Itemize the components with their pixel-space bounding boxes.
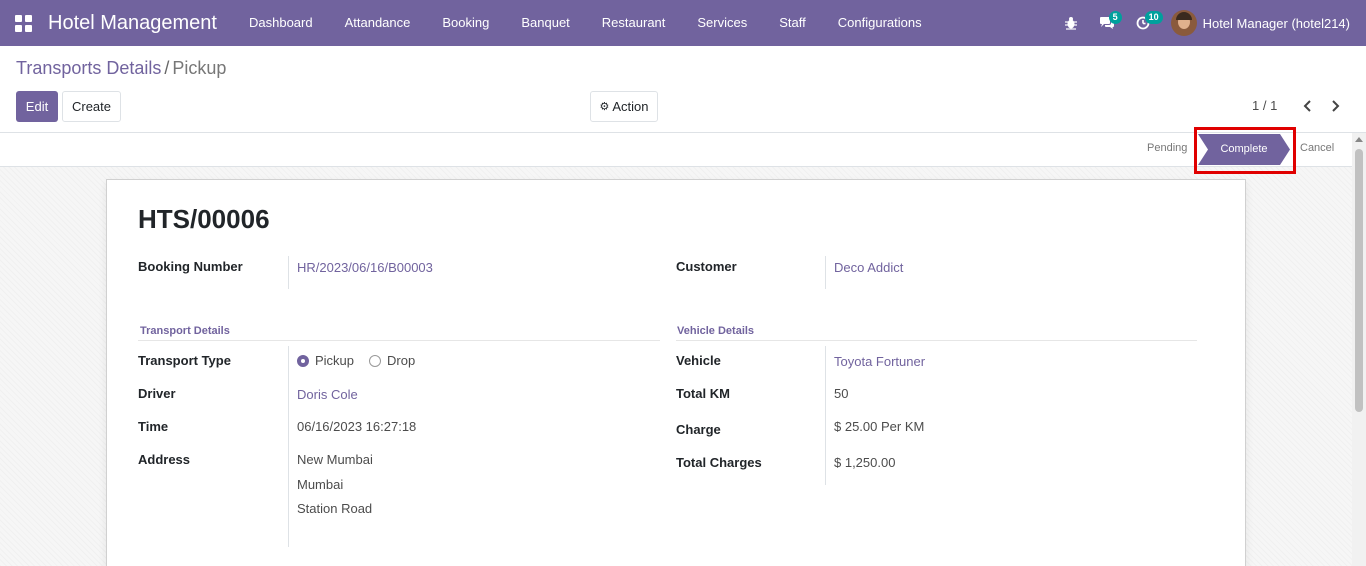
booking-number-label: Booking Number	[138, 259, 243, 274]
pager-value[interactable]: 1 / 1	[1252, 98, 1277, 113]
section-divider	[138, 340, 660, 341]
chevron-left-icon	[1303, 100, 1311, 112]
avatar	[1170, 10, 1197, 36]
menu-item-booking[interactable]: Booking	[426, 0, 505, 46]
charge-label: Charge	[676, 422, 721, 437]
menu-item-staff[interactable]: Staff	[763, 0, 822, 46]
address-line: Station Road	[297, 501, 373, 516]
systray: 5 10 Hotel Manager (hotel214)	[1053, 0, 1366, 46]
main-menu: Dashboard Attandance Booking Banquet Res…	[233, 0, 938, 46]
total-charges-label: Total Charges	[676, 455, 762, 470]
time-value: 06/16/2023 16:27:18	[297, 419, 417, 434]
chevron-right-icon	[1332, 100, 1340, 112]
address-label: Address	[138, 452, 191, 467]
total-km-label: Total KM	[676, 386, 730, 401]
user-name: Hotel Manager (hotel214)	[1202, 15, 1350, 31]
top-navbar: Hotel Management Dashboard Attandance Bo…	[0, 0, 1366, 46]
time-label: Time	[138, 419, 169, 434]
action-button-label: Action	[612, 99, 649, 114]
action-button[interactable]: ⚙ Action	[590, 91, 658, 122]
pager-next-button[interactable]	[1325, 96, 1345, 116]
vehicle-label: Vehicle	[676, 353, 721, 368]
field-divider	[825, 346, 826, 485]
statusbar: Pending Complete Cancel	[0, 132, 1366, 167]
total-km-value: 50	[834, 386, 849, 401]
driver-label: Driver	[138, 386, 176, 401]
menu-item-attandance[interactable]: Attandance	[329, 0, 427, 46]
radio-drop-label: Drop	[387, 353, 416, 368]
customer-label: Customer	[676, 259, 737, 274]
menu-item-configurations[interactable]: Configurations	[822, 0, 938, 46]
activities-count-badge: 10	[1144, 11, 1163, 24]
messages-icon[interactable]: 5	[1089, 0, 1125, 46]
record-title: HTS/00006	[138, 204, 270, 234]
radio-pickup-label: Pickup	[315, 353, 355, 368]
stage-cancel[interactable]: Cancel	[1300, 142, 1334, 154]
scroll-up-arrow-icon[interactable]	[1355, 137, 1363, 142]
vehicle-link[interactable]: Toyota Fortuner	[834, 354, 925, 369]
driver-link[interactable]: Doris Cole	[297, 387, 358, 402]
menu-item-restaurant[interactable]: Restaurant	[586, 0, 682, 46]
highlight-box	[1194, 127, 1296, 174]
edit-button[interactable]: Edit	[16, 91, 58, 122]
field-divider	[825, 256, 826, 289]
customer-link[interactable]: Deco Addict	[834, 260, 903, 275]
transport-type-label: Transport Type	[138, 353, 231, 368]
menu-item-services[interactable]: Services	[681, 0, 763, 46]
radio-pickup[interactable]: Pickup	[297, 353, 354, 368]
radio-drop-dot[interactable]	[369, 354, 381, 367]
user-menu[interactable]: Hotel Manager (hotel214)	[1161, 0, 1366, 46]
radio-drop[interactable]: Drop	[369, 353, 415, 368]
transport-details-heading: Transport Details	[140, 325, 230, 337]
stage-pending[interactable]: Pending	[1147, 142, 1187, 154]
menu-item-dashboard[interactable]: Dashboard	[233, 0, 329, 46]
vertical-scrollbar[interactable]	[1352, 133, 1366, 566]
address-line: New Mumbai	[297, 452, 373, 467]
field-divider	[288, 256, 289, 289]
charge-value: $ 25.00 Per KM	[834, 419, 925, 434]
pager-previous-button[interactable]	[1298, 96, 1318, 116]
activity-clock-icon[interactable]: 10	[1125, 0, 1163, 46]
breadcrumb-separator: /	[164, 58, 170, 78]
breadcrumb-current: Pickup	[172, 58, 227, 78]
debug-bug-icon[interactable]	[1053, 0, 1089, 46]
breadcrumb-parent[interactable]: Transports Details	[16, 58, 161, 78]
breadcrumb: Transports Details / Pickup	[16, 58, 226, 79]
section-divider	[676, 340, 1197, 341]
vehicle-details-heading: Vehicle Details	[677, 325, 755, 337]
total-charges-value: $ 1,250.00	[834, 455, 896, 470]
booking-number-link[interactable]: HR/2023/06/16/B00003	[297, 260, 433, 275]
create-button[interactable]: Create	[62, 91, 121, 122]
gear-icon: ⚙	[599, 101, 610, 113]
apps-menu-icon[interactable]	[0, 0, 46, 46]
field-divider	[288, 346, 289, 547]
messages-count-badge: 5	[1108, 11, 1122, 24]
app-title[interactable]: Hotel Management	[48, 12, 217, 35]
address-line: Mumbai	[297, 477, 344, 492]
form-sheet	[106, 179, 1246, 566]
radio-pickup-dot[interactable]	[297, 354, 309, 367]
scrollbar-thumb[interactable]	[1355, 149, 1363, 412]
menu-item-banquet[interactable]: Banquet	[505, 0, 585, 46]
